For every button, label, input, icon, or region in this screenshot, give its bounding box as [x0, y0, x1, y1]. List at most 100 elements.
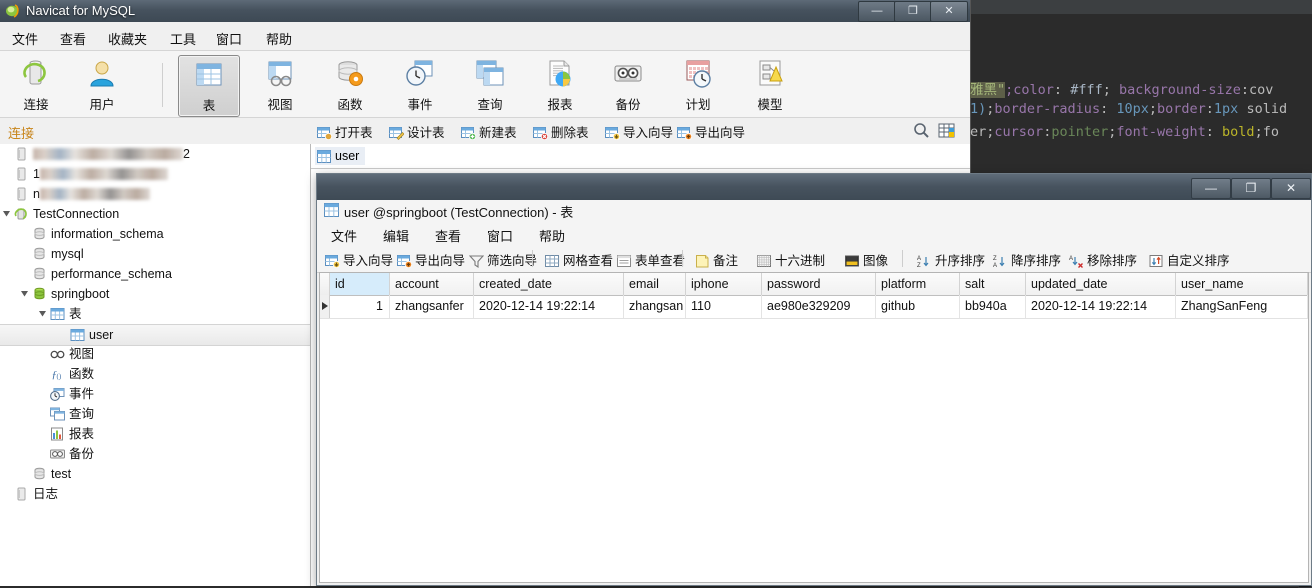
tree-item-TestConnection[interactable]: TestConnection — [0, 204, 310, 224]
child-maximize-button[interactable]: ❐ — [1231, 178, 1271, 199]
toolbar-label-3: 视图 — [267, 98, 293, 112]
column-header-account[interactable]: account — [390, 273, 474, 295]
subbar-button-新建表[interactable]: 新建表 — [461, 122, 517, 140]
minimize-button[interactable]: — — [858, 1, 896, 22]
child-menu-item-3[interactable]: 窗口 — [483, 225, 517, 246]
search-icon[interactable] — [913, 122, 930, 139]
toolbar-button-模型[interactable]: 模型 — [740, 55, 800, 115]
column-header-password[interactable]: password — [762, 273, 876, 295]
column-header-updated_date[interactable]: updated_date — [1026, 273, 1176, 295]
tree-expander-8[interactable] — [38, 309, 48, 319]
tree-item-information_schema[interactable]: information_schema — [0, 224, 310, 244]
grid-view-icon[interactable] — [938, 122, 955, 139]
tree-item-事件[interactable]: 事件 — [0, 384, 310, 404]
child-close-button[interactable]: ✕ — [1271, 178, 1311, 199]
menu-item-1[interactable]: 查看 — [56, 27, 90, 50]
tree-item-masked-0[interactable]: 2 — [0, 144, 310, 164]
toolbar-button-计划[interactable]: 计划 — [668, 55, 728, 115]
subbar-button-打开表[interactable]: 打开表 — [317, 122, 373, 140]
cell-salt[interactable]: bb940a — [960, 295, 1026, 318]
toolbar-button-查询[interactable]: 查询 — [460, 55, 520, 115]
child-toolbar-button-升序排序[interactable]: A Z 升序排序 — [917, 250, 985, 268]
object-tree-sidebar[interactable]: 2 1 n TestConnection information_schemamysql… — [0, 144, 311, 586]
subbar-button-导入向导[interactable]: 导入向导 — [605, 122, 673, 140]
data-grid[interactable]: id account created_date email iphone password… — [319, 272, 1309, 583]
column-header-platform[interactable]: platform — [876, 273, 960, 295]
child-menu-item-2[interactable]: 查看 — [431, 225, 465, 246]
menu-item-4[interactable]: 窗口 — [212, 27, 246, 50]
menu-item-3[interactable]: 工具 — [166, 27, 200, 50]
cell-user_name[interactable]: ZhangSanFeng — [1176, 295, 1308, 318]
tree-item-label-1: 1 — [33, 167, 168, 181]
toolbar-button-报表[interactable]: 报表 — [530, 55, 590, 115]
subbar-label-4: 导入向导 — [623, 126, 674, 140]
maximize-button[interactable]: ❐ — [894, 1, 932, 22]
tree-item-label-0: 2 — [33, 147, 190, 161]
table-icon — [70, 328, 85, 342]
child-toolbar-button-网格查看[interactable]: 网格查看 — [545, 250, 613, 268]
child-toolbar-button-导出向导[interactable]: 导出向导 — [397, 250, 465, 268]
tree-item-springboot[interactable]: springboot — [0, 284, 310, 304]
table-row[interactable]: 1 zhangsanfer 2020-12-14 19:22:14 zhangsan 1… — [320, 295, 1308, 319]
column-header-salt[interactable]: salt — [960, 273, 1026, 295]
subbar-button-删除表[interactable]: 删除表 — [533, 122, 589, 140]
column-header-created_date[interactable]: created_date — [474, 273, 624, 295]
tree-item-mysql[interactable]: mysql — [0, 244, 310, 264]
tree-item-n[interactable]: n — [0, 184, 310, 204]
toolbar-button-函数[interactable]: 函数 — [320, 55, 380, 115]
child-toolbar-button-降序排序[interactable]: Z A 降序排序 — [993, 250, 1061, 268]
toolbar-button-表[interactable]: 表 — [178, 55, 240, 117]
cell-password[interactable]: ae980e329209 — [762, 295, 876, 318]
child-toolbar-button-表单查看[interactable]: 表单查看 — [617, 250, 685, 268]
subbar-button-导出向导[interactable]: 导出向导 — [677, 122, 745, 140]
child-toolbar-button-十六进制[interactable]: 十六进制 — [757, 250, 825, 268]
cell-email[interactable]: zhangsan — [624, 295, 686, 318]
tree-item-performance_schema[interactable]: performance_schema — [0, 264, 310, 284]
tree-item-label-4: information_schema — [51, 227, 164, 241]
menu-item-2[interactable]: 收藏夹 — [104, 27, 151, 50]
child-toolbar-button-图像[interactable]: 图像 — [845, 250, 888, 268]
tree-item-函数[interactable]: ƒ() 函数 — [0, 364, 310, 384]
cell-created_date[interactable]: 2020-12-14 19:22:14 — [474, 295, 624, 318]
toolbar-button-用户[interactable]: 用户 — [72, 55, 132, 115]
toolbar-button-备份[interactable]: 备份 — [598, 55, 658, 115]
tree-item-1[interactable]: 1 — [0, 164, 310, 184]
menu-item-0[interactable]: 文件 — [8, 27, 42, 50]
child-menu-item-1[interactable]: 编辑 — [379, 225, 413, 246]
menu-item-5[interactable]: 帮助 — [262, 27, 296, 50]
column-header-user_name[interactable]: user_name — [1176, 273, 1308, 295]
tree-item-备份[interactable]: 备份 — [0, 444, 310, 464]
column-header-iphone[interactable]: iphone — [686, 273, 762, 295]
tree-item-报表[interactable]: 报表 — [0, 424, 310, 444]
cell-iphone[interactable]: 110 — [686, 295, 762, 318]
child-toolbar-button-自定义排序[interactable]: 自定义排序 — [1149, 250, 1230, 268]
cell-id[interactable]: 1 — [330, 295, 390, 318]
child-toolbar-button-备注[interactable]: 备注 — [695, 250, 738, 268]
child-toolbar-button-导入向导[interactable]: 导入向导 — [325, 250, 393, 268]
tab-user[interactable]: user — [315, 147, 366, 165]
toolbar-button-连接[interactable]: 连接 — [6, 55, 66, 115]
toolbar-button-事件[interactable]: 事件 — [390, 55, 450, 115]
cell-account[interactable]: zhangsanfer — [390, 295, 474, 318]
tree-expander-3[interactable] — [2, 209, 12, 219]
tree-item-日志[interactable]: 日志 — [0, 484, 310, 504]
child-toolbar-button-移除排序[interactable]: A 移除排序 — [1069, 250, 1137, 268]
cell-updated_date[interactable]: 2020-12-14 19:22:14 — [1026, 295, 1176, 318]
column-header-email[interactable]: email — [624, 273, 686, 295]
tree-item-查询[interactable]: 查询 — [0, 404, 310, 424]
child-menu-item-0[interactable]: 文件 — [327, 225, 361, 246]
column-header-id[interactable]: id — [330, 273, 390, 295]
toolbar-button-视图[interactable]: 视图 — [250, 55, 310, 115]
child-toolbar-button-筛选向导[interactable]: 筛选向导 — [469, 250, 537, 268]
row-marker[interactable] — [320, 295, 330, 318]
tree-item-表[interactable]: 表 — [0, 304, 310, 324]
tree-item-user[interactable]: user — [0, 324, 310, 346]
subbar-button-设计表[interactable]: 设计表 — [389, 122, 445, 140]
cell-platform[interactable]: github — [876, 295, 960, 318]
tree-expander-7[interactable] — [20, 289, 30, 299]
tree-item-test[interactable]: test — [0, 464, 310, 484]
tree-item-视图[interactable]: 视图 — [0, 344, 310, 364]
child-minimize-button[interactable]: — — [1191, 178, 1231, 199]
close-button[interactable]: ✕ — [930, 1, 968, 22]
child-menu-item-4[interactable]: 帮助 — [535, 225, 569, 246]
